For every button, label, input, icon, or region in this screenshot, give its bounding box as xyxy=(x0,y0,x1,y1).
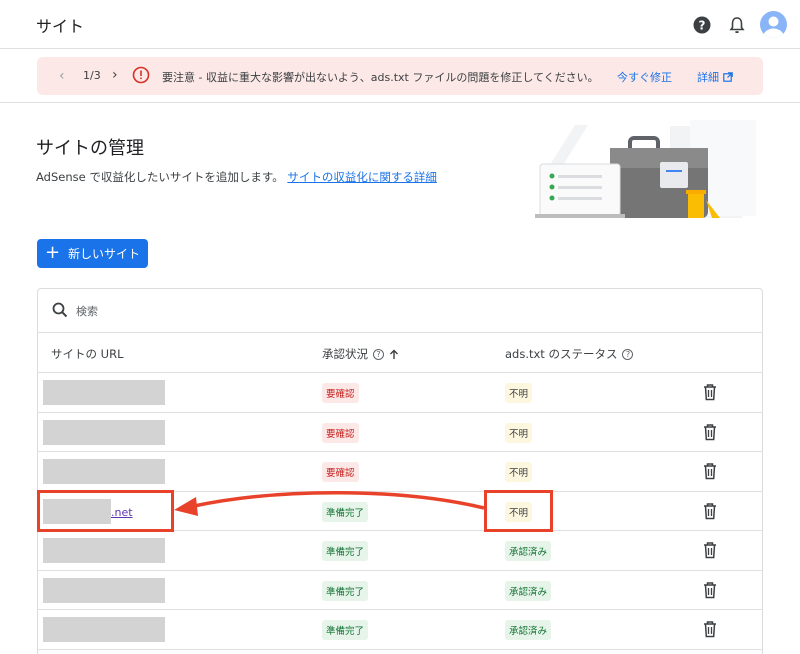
redacted-site-url xyxy=(43,380,165,405)
sites-table: サイトの URL 承認状況 ? ads.txt のステータス ? 要確認不明要確… xyxy=(37,288,763,654)
ads-txt-status-badge: 不明 xyxy=(505,422,533,443)
new-site-button[interactable]: + 新しいサイト xyxy=(37,239,148,268)
table-row: 準備完了 承認済み xyxy=(38,610,762,650)
ads-txt-status-badge: 承認済み xyxy=(505,541,552,561)
section-divider xyxy=(0,102,800,103)
svg-text:?: ? xyxy=(699,19,706,33)
col-approval-header[interactable]: 承認状況 ? xyxy=(322,346,399,362)
table-row: 要確認 不明 xyxy=(38,373,762,413)
new-site-label: 新しいサイト xyxy=(68,247,141,261)
search-input[interactable] xyxy=(76,301,376,321)
page-description: AdSense で収益化したいサイトを追加します。 サイトの収益化に関する詳細 xyxy=(36,169,437,185)
avatar-icon[interactable] xyxy=(760,11,787,38)
external-link-icon xyxy=(723,72,733,82)
ads-help-icon[interactable]: ? xyxy=(622,348,634,360)
ads-txt-status-badge: 不明 xyxy=(505,462,533,482)
col-ads-header[interactable]: ads.txt のステータス ? xyxy=(505,346,634,362)
redacted-site-url xyxy=(43,459,165,484)
col-url-header[interactable]: サイトの URL xyxy=(51,346,123,362)
search-row xyxy=(38,289,762,333)
annotation-box-url xyxy=(37,490,174,532)
table-row: 準備完了 承認済み xyxy=(38,531,762,571)
notice-pager: 1/3 xyxy=(83,69,101,82)
app-title: サイト xyxy=(36,17,85,36)
trash-icon[interactable] xyxy=(702,581,718,599)
details-link[interactable]: 詳細 xyxy=(697,69,733,85)
ads-txt-status-badge: 不明 xyxy=(505,383,533,403)
redacted-site-url xyxy=(43,538,165,563)
help-icon[interactable]: ? xyxy=(689,12,715,38)
prev-notice-button[interactable]: ‹ xyxy=(59,68,65,84)
trash-icon[interactable] xyxy=(702,462,718,480)
table-row: 要確認 不明 xyxy=(38,413,762,452)
redacted-site-url xyxy=(43,577,165,603)
redacted-site-url xyxy=(43,419,165,445)
approval-status-badge: 要確認 xyxy=(322,462,359,482)
page-title: サイトの管理 xyxy=(36,138,144,159)
approval-status-badge: 準備完了 xyxy=(322,580,369,601)
trash-icon[interactable] xyxy=(702,620,718,638)
top-app-bar: サイト ? xyxy=(0,0,800,49)
search-icon xyxy=(52,302,68,318)
fix-now-link[interactable]: 今すぐ修正 xyxy=(617,69,672,85)
ads-txt-status-badge: 承認済み xyxy=(505,580,552,601)
ads-txt-warning-banner: ‹ 1/3 › 要注意 - 収益に重大な影響が出ないよう、ads.txt ファイ… xyxy=(37,57,763,95)
learn-more-link[interactable]: サイトの収益化に関する詳細 xyxy=(287,170,437,184)
trash-icon[interactable] xyxy=(702,502,718,520)
annotation-arrow xyxy=(174,491,485,516)
briefcase-illustration xyxy=(535,120,756,218)
details-label: 詳細 xyxy=(697,71,719,84)
approval-help-icon[interactable]: ? xyxy=(373,348,384,360)
approval-status-badge: 要確認 xyxy=(322,422,359,443)
ads-txt-status-badge: 承認済み xyxy=(505,620,552,640)
bell-icon[interactable] xyxy=(724,12,750,38)
arrow-up-icon xyxy=(390,349,398,359)
approval-status-badge: 要確認 xyxy=(322,383,359,403)
error-icon xyxy=(132,66,150,84)
description-text: AdSense で収益化したいサイトを追加します。 xyxy=(36,170,284,184)
trash-icon[interactable] xyxy=(702,423,718,441)
next-notice-button[interactable]: › xyxy=(112,67,118,83)
trash-icon[interactable] xyxy=(702,541,718,559)
warning-message: 要注意 - 収益に重大な影響が出ないよう、ads.txt ファイルの問題を修正し… xyxy=(162,71,599,84)
redacted-site-url xyxy=(43,617,165,642)
trash-icon[interactable] xyxy=(702,383,718,401)
table-row: 準備完了 承認済み xyxy=(38,571,762,610)
approval-status-badge: 準備完了 xyxy=(322,620,369,640)
annotation-box-status xyxy=(484,490,553,532)
plus-icon: + xyxy=(44,241,61,263)
table-header: サイトの URL 承認状況 ? ads.txt のステータス ? xyxy=(38,333,762,373)
approval-status-badge: 準備完了 xyxy=(322,541,369,561)
